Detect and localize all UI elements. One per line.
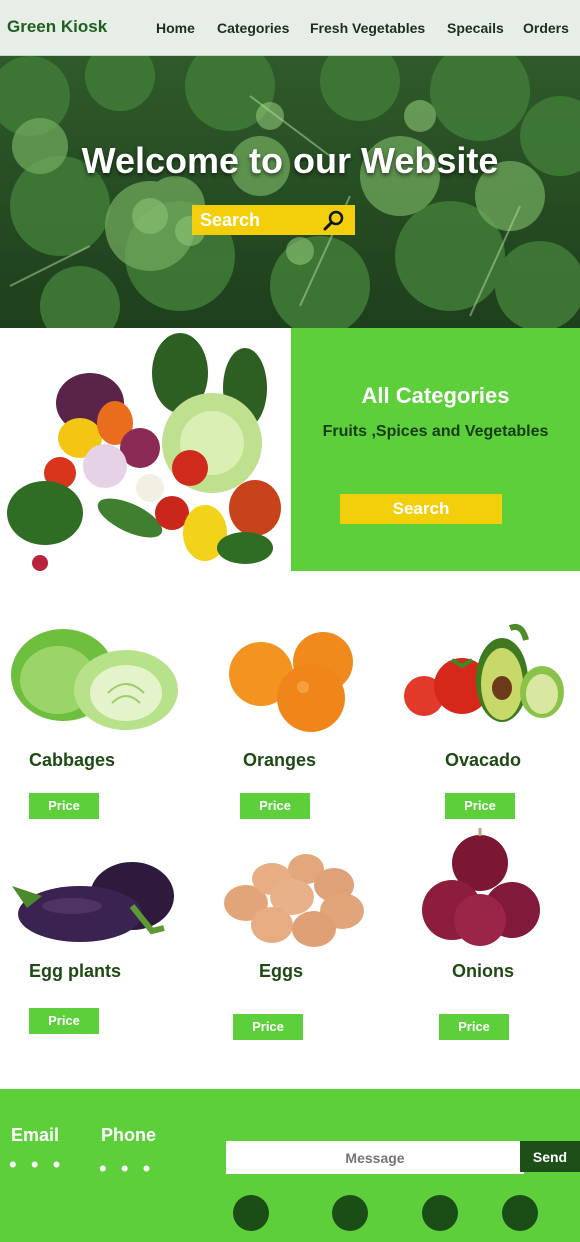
categories-title: All Categories xyxy=(361,383,510,408)
nav-link-specials[interactable]: Specails xyxy=(447,20,504,36)
nav-link-categories[interactable]: Categories xyxy=(217,20,289,36)
product-name-eggs: Eggs xyxy=(259,961,304,981)
nav-link-orders[interactable]: Orders xyxy=(523,20,569,36)
cabbage-image[interactable] xyxy=(8,615,180,733)
email-value: • • • xyxy=(9,1152,65,1177)
product-name-cabbages: Cabbages xyxy=(29,750,116,770)
product-name-onions: Onions xyxy=(452,961,514,981)
onions-image[interactable] xyxy=(420,828,544,948)
social-icon-1[interactable] xyxy=(233,1195,269,1231)
oranges-image[interactable] xyxy=(225,632,360,734)
top-navbar: Green Kiosk Home Categories Fresh Vegeta… xyxy=(0,0,580,56)
social-icon-3[interactable] xyxy=(422,1195,458,1231)
price-button-avocado[interactable]: Price xyxy=(445,793,515,819)
product-name-oranges: Oranges xyxy=(243,750,317,770)
email-label: Email xyxy=(11,1125,60,1145)
nav-link-fresh-vegetables[interactable]: Fresh Vegetables xyxy=(310,20,425,36)
hero-search-placeholder: Search xyxy=(200,210,261,230)
social-icon-4[interactable] xyxy=(502,1195,538,1231)
message-input[interactable] xyxy=(226,1141,524,1174)
nav-link-home[interactable]: Home xyxy=(156,20,195,36)
product-name-egg-plants: Egg plants xyxy=(29,961,122,981)
send-button[interactable]: Send xyxy=(520,1141,580,1172)
brand-logo[interactable]: Green Kiosk xyxy=(7,17,107,37)
price-button-cabbages[interactable]: Price xyxy=(29,793,99,819)
categories-subtitle: Fruits ,Spices and Vegetables xyxy=(322,423,549,440)
hero-search-box[interactable]: Search xyxy=(192,205,355,235)
product-name-avocado: Ovacado xyxy=(445,750,522,770)
price-button-eggs[interactable]: Price xyxy=(233,1014,303,1040)
eggplant-image[interactable] xyxy=(2,846,180,946)
price-button-oranges[interactable]: Price xyxy=(240,793,310,819)
price-button-onions[interactable]: Price xyxy=(439,1014,509,1040)
phone-label: Phone xyxy=(101,1125,157,1145)
contact-footer: Email • • • Phone • • • Send xyxy=(0,1089,580,1242)
hero-banner: Welcome to our Website Search xyxy=(0,56,580,328)
categories-search-button[interactable]: Search xyxy=(340,494,502,524)
categories-panel: All Categories Fruits ,Spices and Vegeta… xyxy=(291,328,580,571)
hero-greens-image xyxy=(0,56,580,328)
social-icon-2[interactable] xyxy=(332,1195,368,1231)
hero-title: Welcome to our Website xyxy=(81,140,499,181)
avocado-tomato-image[interactable] xyxy=(402,618,570,726)
magnifier-icon[interactable] xyxy=(323,209,345,231)
price-button-egg-plants[interactable]: Price xyxy=(29,1008,99,1034)
vegetables-assortment-image xyxy=(0,328,290,571)
eggs-image[interactable] xyxy=(222,853,368,949)
phone-value: • • • xyxy=(99,1156,155,1181)
